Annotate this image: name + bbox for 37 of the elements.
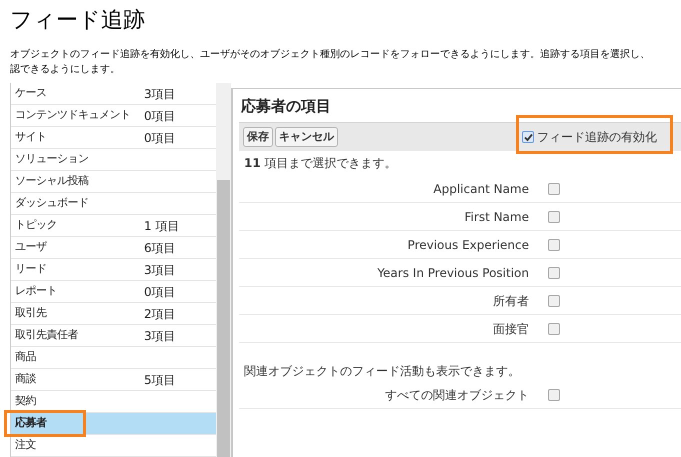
field-label: First Name <box>464 208 529 226</box>
item-count: 3項目 <box>144 262 176 278</box>
description-text: オブジェクトのフィード追跡を有効化し、ユーザがそのオブジェクト種別のレコードをフォローできるようにします。追跡する項目を選択し、 <box>10 48 651 62</box>
field-label: Applicant Name <box>432 180 529 198</box>
scrollbar-thumb[interactable] <box>217 180 230 457</box>
checkbox[interactable] <box>548 182 560 194</box>
object-list-item[interactable]: 応募者 <box>11 413 216 435</box>
checkbox[interactable] <box>548 294 560 306</box>
toolbar-button[interactable]: 保存 <box>243 127 273 147</box>
checkbox[interactable] <box>522 131 534 143</box>
related-note: 関連オブジェクトのフィード活動も表示できます。 <box>244 363 521 379</box>
checkbox[interactable] <box>548 210 560 222</box>
enable-tracking-toggle[interactable]: フィード追跡の有効化 <box>522 128 657 146</box>
page-title: フィード追跡 <box>10 7 146 35</box>
field-label: Years In Previous Position <box>376 264 529 282</box>
panel-title: 応募者の項目 <box>241 96 332 116</box>
item-count: 3項目 <box>144 86 176 102</box>
field-label: Previous Experience <box>406 236 529 254</box>
field-label: 所有者 <box>492 292 529 310</box>
item-count: 1 項目 <box>144 218 180 234</box>
item-count: 6項目 <box>144 240 176 256</box>
item-count: 0項目 <box>144 130 176 146</box>
item-count: 5項目 <box>144 372 176 388</box>
checkbox[interactable] <box>548 238 560 250</box>
item-count: 3項目 <box>144 328 176 344</box>
checkbox[interactable] <box>548 388 560 400</box>
checkbox[interactable] <box>548 266 560 278</box>
checkbox[interactable] <box>548 322 560 334</box>
item-count: 0項目 <box>144 108 176 124</box>
item-count: 0項目 <box>144 284 176 300</box>
limit-note: 11 項目まで選択できます。 <box>244 155 398 171</box>
item-count: 2項目 <box>144 306 176 322</box>
description-text: 認できるようにします。 <box>10 62 121 77</box>
toolbar-button[interactable]: キャンセル <box>275 127 338 147</box>
field-label: すべての関連オブジェクト <box>384 386 529 404</box>
field-label: 面接官 <box>492 320 529 338</box>
scrollbar[interactable] <box>216 83 231 457</box>
